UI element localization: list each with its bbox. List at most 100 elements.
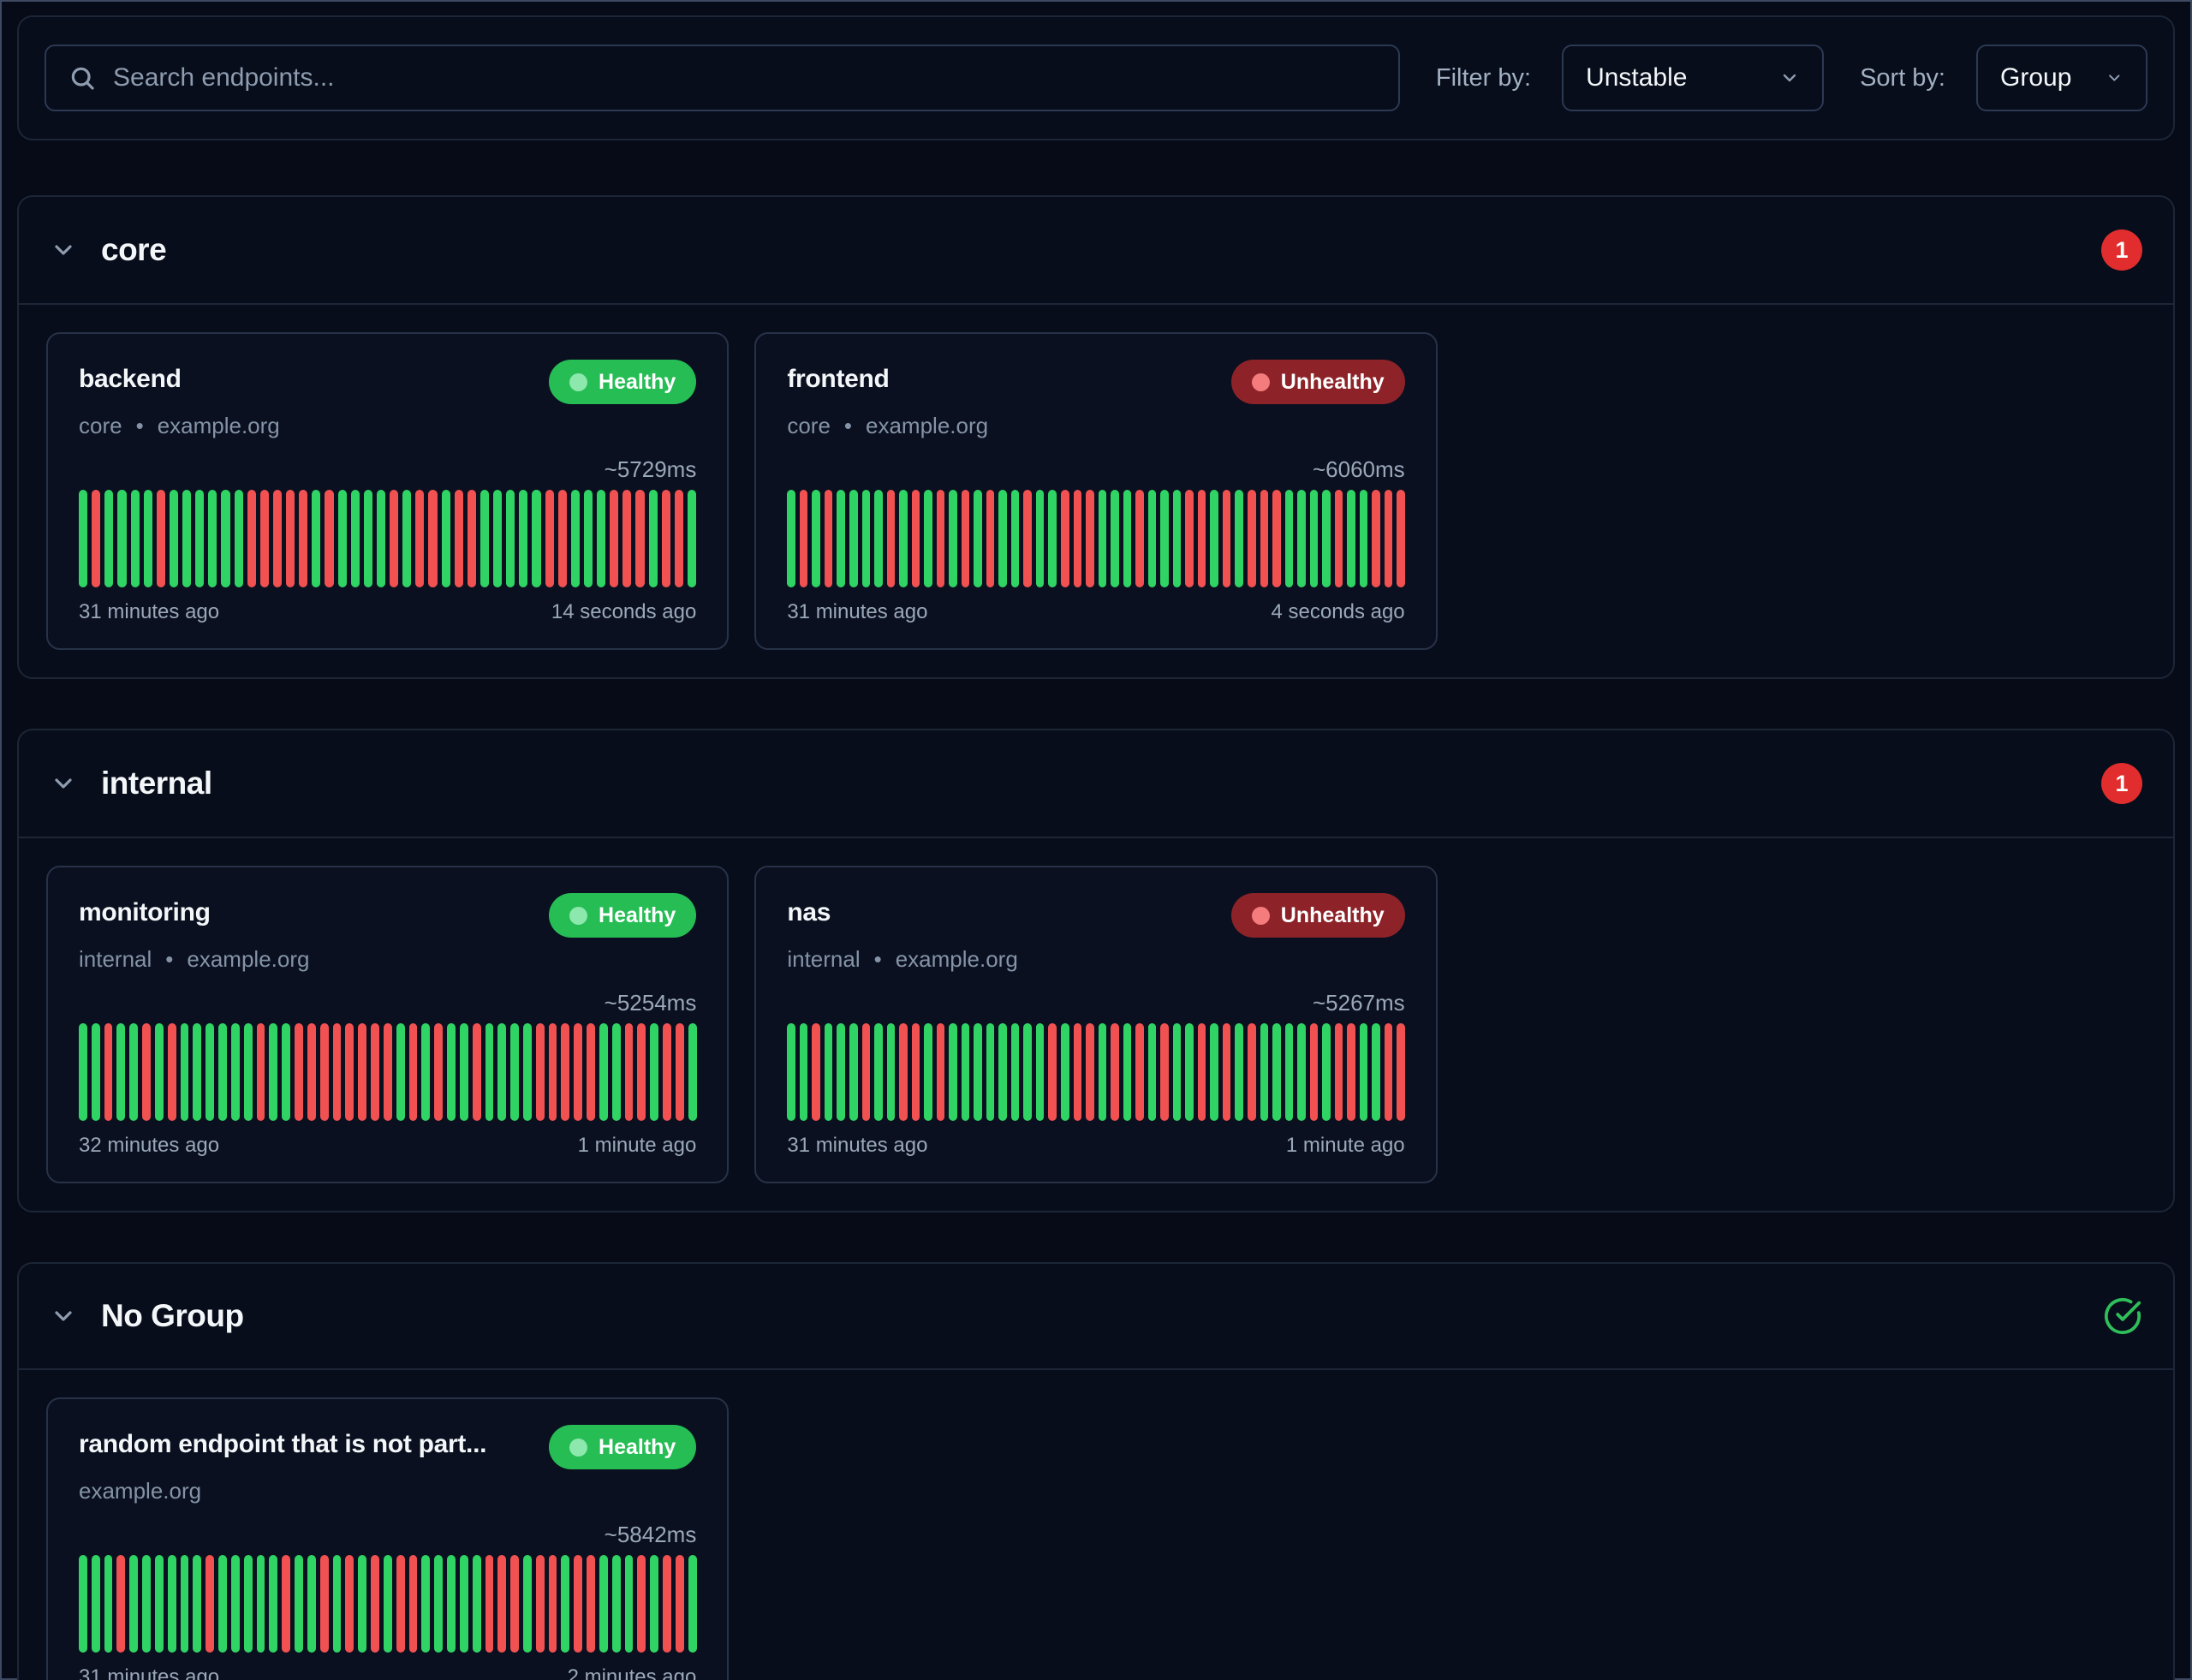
status-bar[interactable] <box>536 1555 545 1653</box>
status-bar[interactable] <box>998 1023 1007 1121</box>
status-bar[interactable] <box>874 1023 883 1121</box>
status-bar[interactable] <box>218 1023 227 1121</box>
status-bar[interactable] <box>1148 1023 1157 1121</box>
status-bar[interactable] <box>286 490 295 587</box>
status-bar[interactable] <box>1123 490 1132 587</box>
status-bar[interactable] <box>787 1023 795 1121</box>
status-bar[interactable] <box>584 490 593 587</box>
status-bar[interactable] <box>610 490 618 587</box>
status-bar[interactable] <box>364 490 372 587</box>
endpoint-card[interactable]: random endpoint that is not part... Heal… <box>46 1397 729 1680</box>
status-bar[interactable] <box>218 1555 227 1653</box>
status-bar[interactable] <box>206 1555 214 1653</box>
status-bar[interactable] <box>1198 490 1206 587</box>
status-bar[interactable] <box>1347 490 1355 587</box>
status-bar[interactable] <box>144 490 152 587</box>
status-bar[interactable] <box>1272 490 1281 587</box>
status-bar[interactable] <box>625 1555 634 1653</box>
status-bar[interactable] <box>1260 1023 1269 1121</box>
status-bar[interactable] <box>396 1555 405 1653</box>
status-bar[interactable] <box>612 1555 621 1653</box>
status-bar[interactable] <box>899 1023 908 1121</box>
status-bar[interactable] <box>635 490 644 587</box>
status-bar[interactable] <box>924 490 932 587</box>
status-bar[interactable] <box>282 1555 290 1653</box>
status-bar[interactable] <box>862 490 871 587</box>
status-bar[interactable] <box>1048 490 1057 587</box>
status-bar[interactable] <box>447 1555 456 1653</box>
status-bar[interactable] <box>307 1555 316 1653</box>
status-bar[interactable] <box>345 1555 354 1653</box>
status-bar[interactable] <box>351 490 360 587</box>
status-bar[interactable] <box>131 490 140 587</box>
status-bar[interactable] <box>1099 1023 1107 1121</box>
status-bar[interactable] <box>104 1023 113 1121</box>
status-bar[interactable] <box>409 1555 418 1653</box>
status-bar[interactable] <box>79 1023 87 1121</box>
status-bar[interactable] <box>1272 1023 1281 1121</box>
status-bar[interactable] <box>295 1555 303 1653</box>
status-bar[interactable] <box>849 490 858 587</box>
filter-select[interactable]: Unstable <box>1562 45 1824 111</box>
status-bar[interactable] <box>545 490 554 587</box>
status-bar[interactable] <box>1048 1023 1057 1121</box>
status-bar[interactable] <box>574 1023 582 1121</box>
status-bar[interactable] <box>1036 1023 1045 1121</box>
status-bar[interactable] <box>1173 490 1182 587</box>
status-bar[interactable] <box>155 1555 164 1653</box>
status-bar[interactable] <box>244 1555 253 1653</box>
status-bar[interactable] <box>1285 1023 1294 1121</box>
status-bar[interactable] <box>812 1023 820 1121</box>
status-bar[interactable] <box>688 490 696 587</box>
status-bar[interactable] <box>800 1023 808 1121</box>
status-bar[interactable] <box>396 1023 405 1121</box>
status-bar[interactable] <box>116 1555 125 1653</box>
status-bar[interactable] <box>825 1023 833 1121</box>
status-bar[interactable] <box>299 490 307 587</box>
status-bar[interactable] <box>1074 490 1082 587</box>
status-bar[interactable] <box>231 1555 240 1653</box>
status-bar[interactable] <box>549 1555 557 1653</box>
status-bar[interactable] <box>1173 1023 1182 1121</box>
status-bar[interactable] <box>676 1023 684 1121</box>
status-bar[interactable] <box>536 1023 545 1121</box>
status-bar[interactable] <box>235 490 243 587</box>
status-bar[interactable] <box>1160 1023 1169 1121</box>
status-bar[interactable] <box>1198 1023 1206 1121</box>
status-bar[interactable] <box>574 1555 582 1653</box>
status-bar[interactable] <box>887 1023 896 1121</box>
status-bar[interactable] <box>1086 1023 1094 1121</box>
status-bar[interactable] <box>649 490 658 587</box>
status-bar[interactable] <box>1372 490 1380 587</box>
status-bar[interactable] <box>986 490 995 587</box>
status-bar[interactable] <box>142 1555 151 1653</box>
status-bar[interactable] <box>247 490 256 587</box>
status-bar[interactable] <box>1135 490 1144 587</box>
status-bar[interactable] <box>221 490 229 587</box>
status-bar[interactable] <box>1285 490 1294 587</box>
status-bar[interactable] <box>587 1023 595 1121</box>
status-bar[interactable] <box>1322 490 1331 587</box>
status-bar[interactable] <box>129 1555 138 1653</box>
status-bar[interactable] <box>1223 1023 1231 1121</box>
status-bar[interactable] <box>325 490 333 587</box>
status-bar[interactable] <box>1148 490 1157 587</box>
status-bar[interactable] <box>295 1023 303 1121</box>
status-bar[interactable] <box>1123 1023 1132 1121</box>
status-bar[interactable] <box>1135 1023 1144 1121</box>
status-bar[interactable] <box>1235 1023 1243 1121</box>
status-bar[interactable] <box>157 490 165 587</box>
status-bar[interactable] <box>170 490 178 587</box>
status-bar[interactable] <box>974 1023 982 1121</box>
search-input[interactable] <box>113 63 1376 92</box>
status-bar[interactable] <box>181 1023 189 1121</box>
status-bar[interactable] <box>421 1555 430 1653</box>
status-bar[interactable] <box>142 1023 151 1121</box>
status-bar[interactable] <box>231 1023 240 1121</box>
status-bar[interactable] <box>244 1023 253 1121</box>
status-bar[interactable] <box>622 490 631 587</box>
status-bar[interactable] <box>384 1023 392 1121</box>
status-bar[interactable] <box>1347 1023 1355 1121</box>
status-bar[interactable] <box>79 1555 87 1653</box>
status-bar[interactable] <box>662 490 670 587</box>
